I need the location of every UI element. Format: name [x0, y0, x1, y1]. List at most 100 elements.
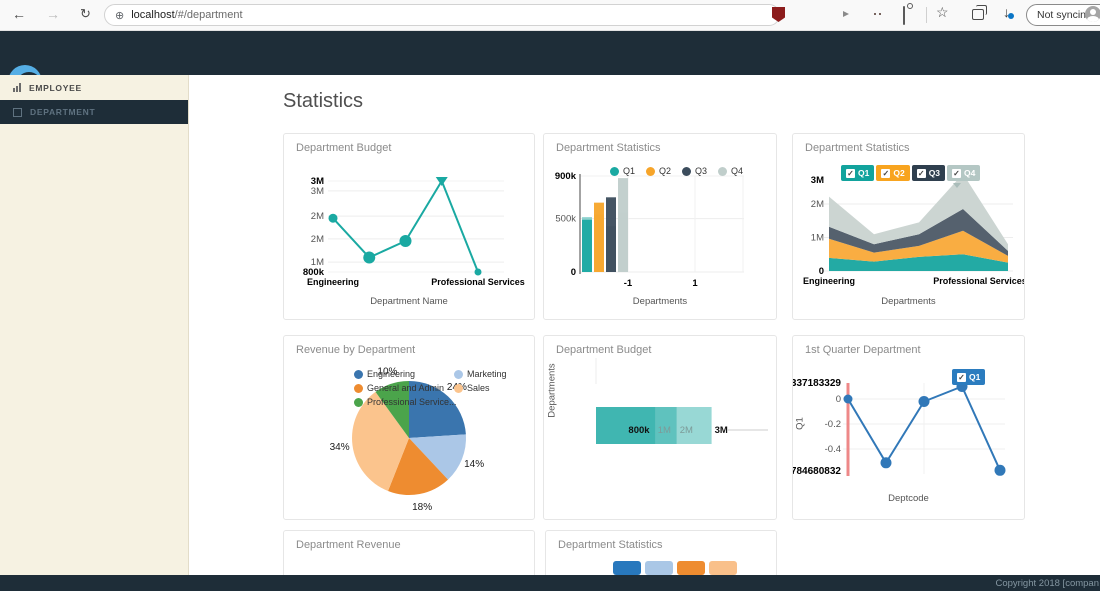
app-header: wavemaker: [0, 30, 1100, 75]
chart-card-department-statistics-bottom: Department Statistics: [545, 530, 777, 575]
svg-text:34%: 34%: [330, 442, 350, 453]
refresh-icon[interactable]: ↻: [80, 5, 91, 23]
sync-status-label: Not syncing: [1037, 9, 1092, 21]
collections-star-icon[interactable]: ☆: [936, 4, 949, 21]
legend-dot-icon: [354, 370, 363, 379]
legend-item-Q3[interactable]: Q3: [682, 166, 707, 176]
legend-dot-icon: [354, 398, 363, 407]
chart-card-department-statistics-area: Department Statistics ✓Q1✓Q2✓Q3✓Q4 3M2M1…: [792, 133, 1025, 320]
legend-dot-icon: [454, 384, 463, 393]
y-axis-title: Departments: [547, 351, 558, 431]
svg-text:1M: 1M: [811, 233, 824, 244]
svg-text:-0.2: -0.2: [825, 419, 841, 430]
legend-toggle-Q2[interactable]: ✓Q2: [876, 165, 909, 181]
downloads-icon[interactable]: ↓: [1003, 4, 1010, 20]
line-chart-canvas[interactable]: 3M3M2M2M1M800kEngineeringProfessional Se…: [284, 134, 534, 319]
sidebar-nav: EMPLOYEE DEPARTMENT: [0, 75, 189, 575]
chart-legend: ✓Q1: [952, 369, 987, 385]
svg-text:Professional Services: Professional Services: [431, 277, 525, 287]
x-axis-title: Department Name: [284, 296, 534, 307]
chart-card-department-statistics-bar: Department Statistics Q1Q2Q3Q4 900k500k0…: [543, 133, 777, 320]
legend-dot-icon: [718, 167, 727, 176]
y-axis-title: Q1: [795, 409, 806, 439]
legend-toggle-Q1[interactable]: ✓Q1: [841, 165, 874, 181]
svg-text:Engineering: Engineering: [803, 276, 855, 286]
chart-title: Department Statistics: [558, 539, 663, 551]
extensions-puzzle-icon[interactable]: [903, 6, 905, 25]
legend-toggle-Q3[interactable]: ✓Q3: [912, 165, 945, 181]
legend-toggle-Q4[interactable]: ✓Q4: [947, 165, 980, 181]
chart-bars-icon: [13, 83, 21, 92]
pie-legend-column-2: Marketing Sales: [454, 369, 518, 393]
app-footer: Copyright 2018 [compan: [0, 575, 1100, 591]
chart-legend: ✓Q1✓Q2✓Q3✓Q4: [841, 165, 982, 181]
hbar-chart-canvas[interactable]: 800k1M2M3M: [544, 336, 776, 519]
checkbox-icon: ✓: [952, 169, 961, 178]
checkbox-icon: ✓: [881, 169, 890, 178]
legend-pointer: [953, 183, 961, 188]
svg-text:800k: 800k: [628, 425, 650, 436]
url-host: localhost: [131, 9, 174, 21]
legend-dot-icon: [682, 167, 691, 176]
download-badge: [1008, 13, 1014, 19]
svg-text:3M: 3M: [311, 186, 324, 197]
multiple-tabs-icon[interactable]: [972, 9, 984, 20]
pie-chart-canvas[interactable]: 24%14%18%34%10%: [284, 336, 534, 519]
browser-toolbar: ← → ↻ ⊕ localhost/#/department ☆ ↓ Not s…: [0, 0, 1100, 31]
x-axis-title: Departments: [793, 296, 1024, 307]
forward-icon[interactable]: →: [46, 5, 60, 23]
legend-button[interactable]: [645, 561, 673, 575]
line-chart-canvas[interactable]: 503371833290-0.2-0.412784680832: [793, 336, 1024, 519]
chart-title: Department Budget: [556, 344, 651, 356]
legend-button[interactable]: [709, 561, 737, 575]
toolbar-divider: [926, 7, 927, 23]
legend-dot-icon: [646, 167, 655, 176]
sidebar-item-department[interactable]: DEPARTMENT: [0, 100, 188, 124]
svg-text:18%: 18%: [412, 502, 432, 513]
chart-card-first-quarter-line: 1st Quarter Department ✓Q1 Q1 5033718332…: [792, 335, 1025, 520]
svg-text:900k: 900k: [555, 171, 577, 182]
svg-text:-1: -1: [624, 278, 633, 289]
chart-title: Department Budget: [296, 142, 391, 154]
chart-title: Department Revenue: [296, 539, 401, 551]
legend-item-Sales[interactable]: Sales: [454, 383, 507, 393]
area-chart-canvas[interactable]: 3M2M1M0EngineeringProfessional Services: [793, 134, 1024, 319]
svg-text:0: 0: [571, 267, 576, 278]
legend-item-Marketing[interactable]: Marketing: [454, 369, 507, 379]
pie-legend-column-1: Engineering General and Admin Professional…: [354, 369, 468, 407]
legend-button[interactable]: [613, 561, 641, 575]
chart-card-department-budget-line: Department Budget 3M3M2M2M1M800kEngineer…: [283, 133, 535, 320]
sidebar-item-label: EMPLOYEE: [29, 83, 82, 93]
legend-item-Q4[interactable]: Q4: [718, 166, 743, 176]
svg-text:3M: 3M: [811, 175, 824, 186]
legend-item-General-and-Admin[interactable]: General and Admin: [354, 383, 457, 393]
svg-text:500k: 500k: [555, 214, 576, 225]
sidebar-item-employee[interactable]: EMPLOYEE: [0, 75, 188, 100]
svg-text:-0.4: -0.4: [825, 444, 841, 455]
svg-text:0: 0: [836, 394, 841, 405]
svg-text:2M: 2M: [680, 425, 693, 436]
svg-text:2M: 2M: [311, 211, 324, 222]
bar-chart-canvas[interactable]: 900k 500k 0 -1 1: [544, 134, 776, 319]
legend-button[interactable]: [677, 561, 705, 575]
x-axis-title: Departments: [544, 296, 776, 307]
back-icon[interactable]: ←: [12, 5, 26, 23]
chart-legend: Q1 Q2 Q3 Q4: [610, 166, 754, 176]
chart-card-department-budget-hbar: Department Budget Departments 800k1M2M3M: [543, 335, 777, 520]
x-axis-title: Deptcode: [793, 493, 1024, 504]
svg-text:1: 1: [692, 278, 698, 289]
legend-item-Q2[interactable]: Q2: [646, 166, 671, 176]
site-info-icon[interactable]: ⊕: [115, 9, 124, 22]
svg-text:2M: 2M: [811, 199, 824, 210]
legend-toggle-Q1[interactable]: ✓Q1: [952, 369, 985, 385]
svg-text:1M: 1M: [658, 425, 671, 436]
checkbox-icon: ✓: [846, 169, 855, 178]
svg-text:14%: 14%: [464, 459, 484, 470]
address-bar[interactable]: ⊕ localhost/#/department: [104, 4, 780, 26]
sync-profile-button[interactable]: Not syncing: [1026, 4, 1100, 26]
profile-avatar[interactable]: [1085, 6, 1100, 22]
legend-item-Q1[interactable]: Q1: [610, 166, 635, 176]
legend-item-Professional-Service-[interactable]: Professional Service...: [354, 397, 457, 407]
legend-item-Engineering[interactable]: Engineering: [354, 369, 457, 379]
svg-text:50337183329: 50337183329: [792, 378, 841, 389]
